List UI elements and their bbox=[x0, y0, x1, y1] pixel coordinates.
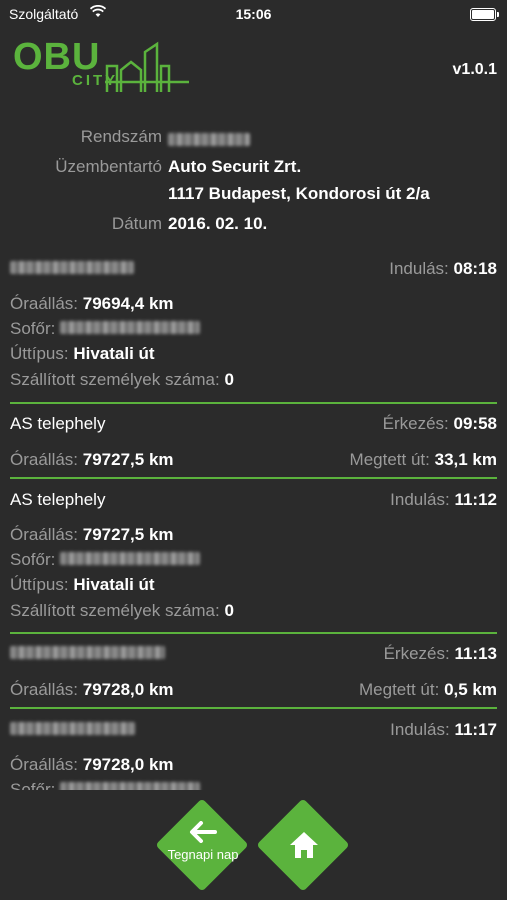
odometer-value: 79694,4 km bbox=[82, 294, 174, 313]
departure-label: Indulás: bbox=[390, 720, 450, 739]
departure-time: 08:18 bbox=[453, 259, 497, 278]
previous-day-button[interactable]: Tegnapi nap bbox=[155, 798, 250, 893]
separator bbox=[10, 707, 497, 709]
app-version: v1.0.1 bbox=[452, 61, 497, 78]
driver-label: Sofőr: bbox=[10, 319, 56, 338]
skyline-icon bbox=[105, 41, 189, 92]
plate-value-redacted bbox=[168, 131, 250, 151]
plate-label: Rendszám bbox=[80, 127, 162, 146]
battery-icon bbox=[470, 8, 499, 21]
passengers-value: 0 bbox=[224, 370, 234, 389]
odometer-value: 79727,5 km bbox=[82, 450, 174, 469]
distance-label: Megtett út: bbox=[359, 680, 440, 699]
trip-type-label: Úttípus: bbox=[10, 344, 69, 363]
odometer-label: Óraállás: bbox=[10, 450, 79, 469]
home-button[interactable] bbox=[256, 798, 351, 893]
odometer-label: Óraállás: bbox=[10, 680, 79, 699]
odometer-value: 79727,5 km bbox=[82, 525, 174, 544]
passengers-label: Szállított személyek száma: bbox=[10, 370, 220, 389]
operator-address: 1117 Budapest, Kondorosi út 2/a bbox=[168, 184, 430, 203]
operator-name: Auto Securit Zrt. bbox=[168, 157, 302, 176]
trip-type-value: Hivatali út bbox=[73, 575, 155, 594]
operator-label: Üzembentartó bbox=[55, 157, 162, 176]
departure-label: Indulás: bbox=[389, 259, 449, 278]
driver-redacted bbox=[60, 780, 201, 790]
passengers-value: 0 bbox=[224, 601, 234, 620]
arrival-label: Érkezés: bbox=[382, 414, 449, 433]
previous-day-label: Tegnapi nap bbox=[167, 847, 239, 862]
clock: 15:06 bbox=[235, 6, 272, 22]
departure-label: Indulás: bbox=[390, 490, 450, 509]
departure-time: 11:17 bbox=[454, 720, 497, 739]
trip-type-label: Úttípus: bbox=[10, 575, 69, 594]
separator bbox=[10, 477, 497, 479]
odometer-value: 79728,0 km bbox=[82, 755, 174, 774]
distance-value: 33,1 km bbox=[434, 450, 497, 469]
home-icon bbox=[290, 832, 318, 858]
odometer-label: Óraállás: bbox=[10, 294, 79, 313]
separator bbox=[10, 632, 497, 634]
driver-label: Sofőr: bbox=[10, 550, 56, 569]
distance-label: Megtett út: bbox=[349, 450, 430, 469]
arrival-time: 09:58 bbox=[453, 414, 497, 433]
arrival-label: Érkezés: bbox=[383, 644, 450, 663]
location-redacted bbox=[10, 644, 165, 663]
separator bbox=[10, 402, 497, 404]
odometer-label: Óraállás: bbox=[10, 525, 79, 544]
odometer-label: Óraállás: bbox=[10, 755, 79, 774]
driver-redacted bbox=[60, 319, 201, 338]
location: AS telephely bbox=[10, 414, 106, 433]
date-value: 2016. 02. 10. bbox=[168, 214, 268, 233]
location: AS telephely bbox=[10, 490, 106, 509]
status-bar: Szolgáltató 15:06 bbox=[0, 0, 507, 28]
driver-label: Sofőr: bbox=[10, 780, 56, 790]
driver-redacted bbox=[60, 550, 201, 569]
date-label: Dátum bbox=[111, 214, 162, 233]
location-redacted bbox=[10, 259, 134, 278]
departure-time: 11:12 bbox=[454, 490, 497, 509]
distance-value: 0,5 km bbox=[444, 680, 497, 699]
passengers-label: Szállított személyek száma: bbox=[10, 601, 220, 620]
trip-log-list[interactable]: Indulás: 08:18 Óraállás: 79694,4 km Sofő… bbox=[0, 248, 507, 790]
arrow-left-icon bbox=[190, 821, 217, 843]
obu-city-logo: OBU CITY bbox=[10, 36, 190, 96]
odometer-value: 79728,0 km bbox=[82, 680, 174, 699]
location-redacted bbox=[10, 720, 135, 739]
arrival-time: 11:13 bbox=[454, 644, 497, 663]
trip-type-value: Hivatali út bbox=[73, 344, 155, 363]
